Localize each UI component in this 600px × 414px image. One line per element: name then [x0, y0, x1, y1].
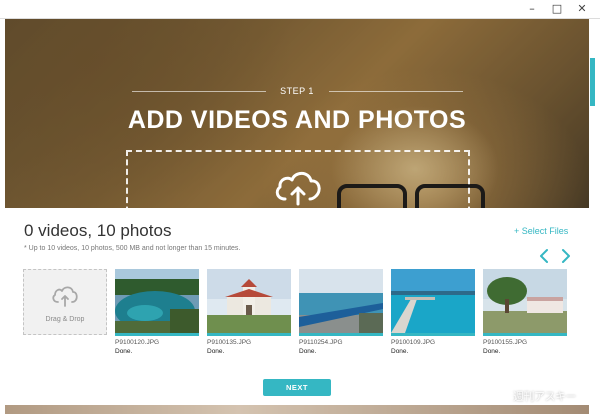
minimize-button[interactable]: –: [523, 1, 541, 17]
upload-progress-bar: [207, 333, 291, 336]
drag-drop-area[interactable]: Drag & Drop: [23, 269, 107, 335]
chevron-right-icon[interactable]: [559, 248, 573, 264]
drag-drop-label: Drag & Drop: [45, 316, 85, 323]
photo-image: [207, 269, 291, 333]
photo-image: [391, 269, 475, 333]
media-count: 0 videos, 10 photos: [24, 221, 172, 240]
photo-thumbnail[interactable]: P9100120.JPG Done.: [115, 269, 199, 355]
photo-thumbnail[interactable]: P9100109.JPG Done.: [391, 269, 475, 355]
upload-status: Done.: [299, 348, 317, 355]
upload-status: Done.: [207, 348, 225, 355]
upload-progress-bar: [483, 333, 567, 336]
chevron-left-icon[interactable]: [537, 248, 551, 264]
scrollbar-thumb[interactable]: [590, 58, 595, 106]
hero-banner: STEP 1 ADD VIDEOS AND PHOTOS: [5, 19, 589, 208]
media-panel: 0 videos, 10 photos + Select Files * Up …: [5, 208, 589, 405]
background-photo-strip: [5, 405, 589, 414]
select-files-link[interactable]: + Select Files: [514, 226, 568, 236]
close-button[interactable]: ✕: [573, 1, 591, 17]
upload-status: Done.: [115, 348, 133, 355]
upload-progress-bar: [391, 333, 475, 336]
file-name: P9100135.JPG: [207, 339, 252, 346]
upload-status: Done.: [483, 348, 501, 355]
cloud-upload-icon[interactable]: [272, 166, 324, 206]
photo-image: [299, 269, 383, 333]
photo-image: [115, 269, 199, 333]
upload-status: Done.: [391, 348, 409, 355]
upload-limit-note: * Up to 10 videos, 10 photos, 500 MB and…: [24, 245, 241, 252]
upload-progress-bar: [299, 333, 383, 336]
file-name: P9100109.JPG: [391, 339, 436, 346]
photo-thumbnail[interactable]: P9110254.JPG Done.: [299, 269, 383, 355]
photo-image: [483, 269, 567, 333]
cloud-upload-icon: [52, 286, 78, 307]
photo-thumbnail[interactable]: P9100135.JPG Done.: [207, 269, 291, 355]
page-title: ADD VIDEOS AND PHOTOS: [127, 106, 467, 134]
upload-progress-bar: [115, 333, 199, 336]
file-name: P9110254.JPG: [299, 339, 343, 346]
next-button[interactable]: NEXT: [263, 379, 331, 396]
step-label: STEP 1: [280, 86, 314, 96]
photo-thumbnail[interactable]: P9100155.JPG Done.: [483, 269, 567, 355]
publisher-watermark: 週刊アスキー: [513, 390, 577, 403]
file-name: P9100120.JPG: [115, 339, 160, 346]
window-titlebar: – □ ✕: [0, 0, 600, 19]
maximize-button[interactable]: □: [548, 1, 566, 17]
file-name: P9100155.JPG: [483, 339, 528, 346]
